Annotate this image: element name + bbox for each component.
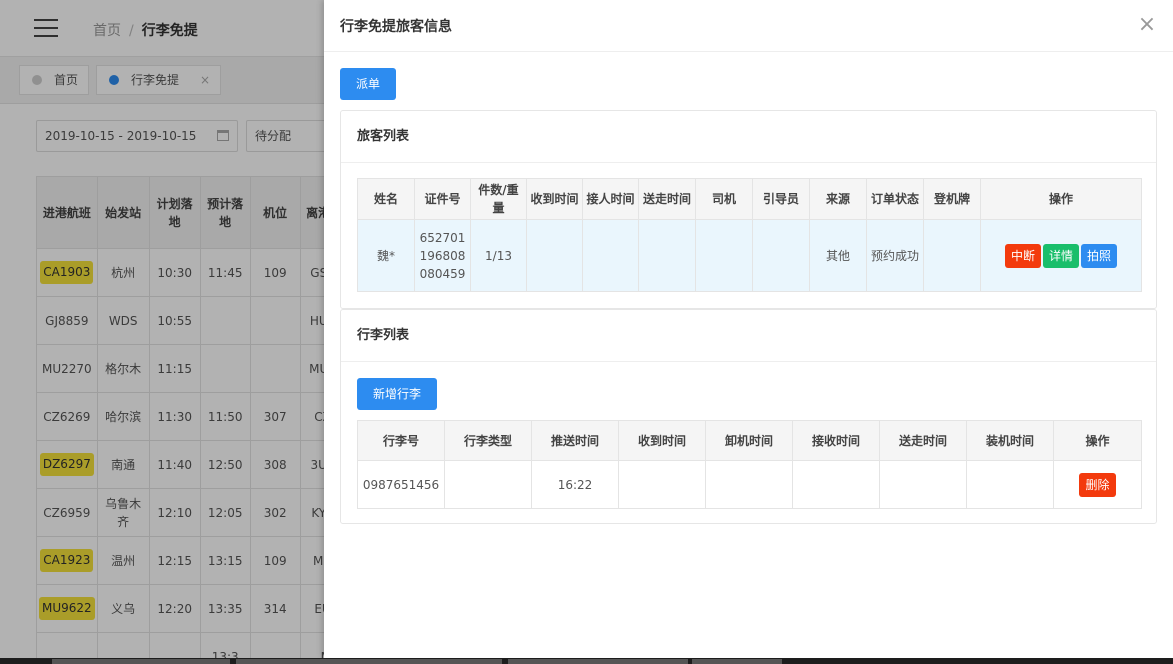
table-row[interactable]: 魏* 652701196808080459 1/13 其他 预约成功 中断 详情拍… — [357, 219, 1142, 292]
col-header: 收到时间 — [618, 420, 706, 461]
col-header: 操作 — [980, 178, 1142, 220]
passenger-driver — [695, 219, 753, 292]
luggage-tag-no: 0987651456 — [357, 460, 445, 509]
col-header: 登机牌 — [923, 178, 981, 220]
dialog-title: 行李免提旅客信息 — [340, 19, 452, 35]
col-header: 来源 — [809, 178, 867, 220]
delete-button[interactable]: 删除 — [1079, 472, 1116, 497]
col-header: 操作 — [1053, 420, 1142, 461]
col-header: 行李号 — [357, 420, 445, 461]
col-header: 姓名 — [357, 178, 415, 220]
passenger-id-no: 652701196808080459 — [414, 219, 471, 292]
col-header: 引导员 — [752, 178, 810, 220]
luggage-actions: 删除 — [1053, 460, 1142, 509]
col-header: 送走时间 — [638, 178, 696, 220]
passenger-card: 旅客列表 姓名 证件号 件数/重量 收到时间 接人时间 送走时间 司机 引导员 … — [340, 110, 1157, 309]
col-header: 送走时间 — [879, 420, 967, 461]
luggage-accept — [792, 460, 880, 509]
dialog-header: 行李免提旅客信息 × — [324, 0, 1173, 52]
interrupt-button[interactable]: 中断 — [1004, 243, 1041, 268]
col-header: 推送时间 — [531, 420, 619, 461]
passenger-source: 其他 — [809, 219, 867, 292]
luggage-type — [444, 460, 532, 509]
table-row[interactable]: 0987651456 16:22 删除 — [357, 460, 1142, 509]
taskbar-item[interactable] — [52, 659, 230, 664]
passenger-info-dialog: 行李免提旅客信息 × 派单 旅客列表 姓名 证件号 件数/重量 收到时间 接人时… — [324, 0, 1173, 658]
passenger-name: 魏* — [357, 219, 415, 292]
photo-button[interactable]: 拍照 — [1081, 243, 1118, 268]
col-header: 件数/重量 — [470, 178, 527, 220]
luggage-push-time: 16:22 — [531, 460, 619, 509]
col-header: 订单状态 — [866, 178, 924, 220]
close-icon[interactable]: × — [1137, 13, 1157, 37]
passenger-count-weight: 1/13 — [470, 219, 527, 292]
luggage-card: 行李列表 新增行李 行李号 行李类型 推送时间 收到时间 卸机时间 接收时间 送… — [340, 309, 1157, 524]
taskbar — [0, 658, 1173, 664]
col-header: 接收时间 — [792, 420, 880, 461]
col-header: 证件号 — [414, 178, 471, 220]
passenger-actions: 中断 详情 拍照 — [980, 219, 1142, 292]
passenger-sent — [638, 219, 696, 292]
passenger-guide — [752, 219, 810, 292]
col-header: 装机时间 — [966, 420, 1054, 461]
passenger-received — [526, 219, 583, 292]
detail-button[interactable]: 详情 — [1042, 243, 1079, 268]
luggage-card-title: 行李列表 — [341, 310, 1156, 362]
dispatch-button[interactable]: 派单 — [340, 68, 396, 100]
taskbar-item[interactable] — [236, 659, 502, 664]
passenger-table: 姓名 证件号 件数/重量 收到时间 接人时间 送走时间 司机 引导员 来源 订单… — [357, 178, 1142, 292]
taskbar-item[interactable] — [692, 659, 782, 664]
col-header: 卸机时间 — [705, 420, 793, 461]
luggage-unload — [705, 460, 793, 509]
col-header: 行李类型 — [444, 420, 532, 461]
taskbar-item[interactable] — [508, 659, 688, 664]
luggage-table: 行李号 行李类型 推送时间 收到时间 卸机时间 接收时间 送走时间 装机时间 操… — [357, 420, 1142, 509]
passenger-card-title: 旅客列表 — [341, 111, 1156, 163]
passenger-pickup — [582, 219, 639, 292]
add-luggage-button[interactable]: 新增行李 — [357, 378, 437, 410]
luggage-sent — [879, 460, 967, 509]
luggage-received — [618, 460, 706, 509]
col-header: 司机 — [695, 178, 753, 220]
luggage-load — [966, 460, 1054, 509]
passenger-boarding — [923, 219, 981, 292]
col-header: 收到时间 — [526, 178, 583, 220]
passenger-status: 预约成功 — [866, 219, 924, 292]
col-header: 接人时间 — [582, 178, 639, 220]
